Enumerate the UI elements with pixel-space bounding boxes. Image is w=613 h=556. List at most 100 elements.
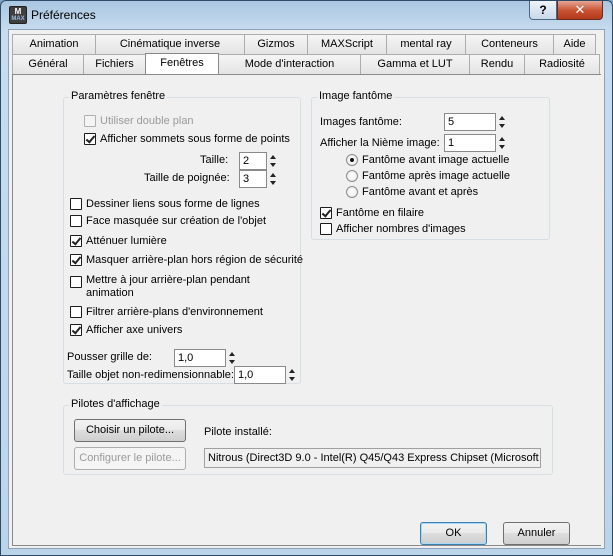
app-max-icon: M MAX — [9, 6, 27, 24]
spinner-down-icon[interactable] — [499, 145, 505, 149]
tab-radiosity[interactable]: Radiosité — [524, 54, 600, 74]
ghost-before-after-radio[interactable] — [346, 186, 358, 198]
spinner-up-icon[interactable] — [270, 173, 276, 177]
tab-rendering[interactable]: Rendu — [469, 54, 525, 74]
tab-gamma-lut[interactable]: Gamma et LUT — [360, 54, 470, 74]
group-viewport-parameters: Paramètres fenêtre Utiliser double plan … — [63, 90, 304, 384]
grid-nudge-spinner-arrows[interactable] — [227, 350, 239, 366]
ghost-before-after-label: Fantôme avant et après — [362, 186, 479, 198]
non-scaling-size-label: Taille objet non-redimensionnable: — [67, 369, 234, 381]
tab-maxscript[interactable]: MAXScript — [307, 34, 387, 54]
tab-viewports[interactable]: Fenêtres — [145, 53, 219, 75]
title-bar[interactable]: M MAX Préférences ? ✕ — [1, 1, 612, 29]
panel-body: Paramètres fenêtre Utiliser double plan … — [13, 75, 602, 545]
spinner-down-icon[interactable] — [270, 181, 276, 185]
installed-driver-label: Pilote installé: — [204, 426, 272, 438]
tab-inverse-kinematics[interactable]: Cinématique inverse — [95, 34, 245, 54]
nth-frame-label: Afficher la Nième image: — [320, 137, 440, 149]
tab-panel-viewports: Paramètres fenêtre Utiliser double plan … — [12, 74, 602, 546]
draw-links-checkbox[interactable] — [70, 198, 82, 210]
display-world-axis-label: Afficher axe univers — [86, 324, 183, 336]
display-world-axis-checkbox[interactable] — [70, 324, 82, 336]
attenuate-lights-checkbox[interactable] — [70, 235, 82, 247]
show-vertices-checkbox[interactable] — [84, 133, 96, 145]
grid-nudge-value: 1,0 — [178, 352, 194, 364]
size-label: Taille: — [200, 154, 229, 166]
tab-general[interactable]: Général — [12, 54, 84, 74]
nth-frame-value: 1 — [448, 137, 455, 149]
group-title-ghosting: Image fantôme — [317, 90, 395, 102]
spinner-down-icon[interactable] — [499, 124, 505, 128]
app-icon-sub: MAX — [11, 16, 25, 22]
show-vertices-label: Afficher sommets sous forme de points — [100, 133, 290, 145]
group-display-drivers: Pilotes d'affichage Choisir un pilote...… — [63, 398, 553, 475]
size-spinner-arrows[interactable] — [268, 153, 280, 169]
spinner-down-icon[interactable] — [229, 360, 235, 364]
update-background-checkbox[interactable] — [70, 276, 82, 288]
group-title-display-drivers: Pilotes d'affichage — [69, 398, 162, 410]
spinner-down-icon[interactable] — [270, 163, 276, 167]
grid-nudge-spinner[interactable]: 1,0 — [174, 349, 235, 367]
tab-row-1: Animation Cinématique inverse Gizmos MAX… — [12, 34, 596, 54]
non-scaling-size-value: 1,0 — [238, 369, 254, 381]
help-button[interactable]: ? — [529, 1, 557, 20]
ghost-before-radio[interactable] — [346, 154, 358, 166]
backface-cull-label: Face masquée sur création de l'objet — [86, 215, 267, 227]
ghost-before-label: Fantôme avant image actuelle — [362, 154, 510, 166]
app-icon-letter: M — [14, 7, 22, 16]
tab-files[interactable]: Fichiers — [83, 54, 146, 74]
tab-gizmos[interactable]: Gizmos — [244, 34, 308, 54]
handle-size-spinner-arrows[interactable] — [268, 171, 280, 187]
spinner-up-icon[interactable] — [229, 352, 235, 356]
filter-env-backgrounds-label: Filtrer arrière-plans d'environnement — [86, 306, 263, 318]
ghost-frames-spinner-arrows[interactable] — [497, 114, 509, 130]
update-background-label: Mettre à jour arrière-plan pendant anima… — [86, 274, 250, 299]
close-button[interactable]: ✕ — [557, 1, 603, 20]
choose-driver-button[interactable]: Choisir un pilote... — [74, 419, 186, 442]
group-title-viewport-parameters: Paramètres fenêtre — [69, 90, 168, 102]
grid-nudge-label: Pousser grille de: — [67, 351, 152, 363]
draw-links-label: Dessiner liens sous forme de lignes — [86, 198, 260, 210]
spinner-up-icon[interactable] — [289, 369, 295, 373]
tab-mental-ray[interactable]: mental ray — [386, 34, 466, 54]
tab-help[interactable]: Aide — [553, 34, 596, 54]
tab-interaction-mode[interactable]: Mode d'interaction — [218, 54, 361, 74]
installed-driver-field: Nitrous (Direct3D 9.0 - Intel(R) Q45/Q43… — [204, 448, 541, 468]
spinner-down-icon[interactable] — [289, 377, 295, 381]
tab-containers[interactable]: Conteneurs — [465, 34, 554, 54]
ghost-after-label: Fantôme après image actuelle — [362, 170, 510, 182]
spinner-up-icon[interactable] — [270, 155, 276, 159]
group-ghosting: Image fantôme Images fantôme: 5 Afficher… — [311, 90, 550, 240]
ok-button[interactable]: OK — [420, 522, 487, 545]
ghost-frames-label: Images fantôme: — [320, 116, 402, 128]
ghost-wireframe-label: Fantôme en filaire — [336, 207, 425, 219]
ghost-wireframe-checkbox[interactable] — [320, 207, 332, 219]
configure-driver-button[interactable]: Configurer le pilote... — [74, 447, 186, 470]
non-scaling-size-spinner[interactable]: 1,0 — [234, 366, 295, 384]
cancel-button[interactable]: Annuler — [503, 522, 570, 545]
size-spinner[interactable]: 2 — [239, 152, 276, 170]
nth-frame-spinner-arrows[interactable] — [497, 135, 509, 151]
double-buffer-label: Utiliser double plan — [100, 115, 194, 127]
handle-size-value: 3 — [243, 173, 250, 185]
mask-background-label: Masquer arrière-plan hors région de sécu… — [86, 254, 304, 266]
tab-animation[interactable]: Animation — [12, 34, 96, 54]
preferences-dialog: M MAX Préférences ? ✕ Animation Cinémati… — [0, 0, 613, 556]
tab-row-2: Général Fichiers Fenêtres Mode d'interac… — [12, 53, 600, 75]
mask-background-checkbox[interactable] — [70, 254, 82, 266]
filter-env-backgrounds-checkbox[interactable] — [70, 306, 82, 318]
show-frame-numbers-checkbox[interactable] — [320, 223, 332, 235]
show-frame-numbers-label: Afficher nombres d'images — [336, 223, 466, 235]
spinner-up-icon[interactable] — [499, 116, 505, 120]
handle-size-spinner[interactable]: 3 — [239, 170, 276, 188]
backface-cull-checkbox[interactable] — [70, 215, 82, 227]
double-buffer-checkbox[interactable] — [84, 115, 96, 127]
non-scaling-size-spinner-arrows[interactable] — [287, 367, 299, 383]
nth-frame-spinner[interactable]: 1 — [444, 134, 505, 152]
window-title: Préférences — [31, 8, 96, 22]
handle-size-label: Taille de poignée: — [144, 172, 230, 184]
ghost-frames-spinner[interactable]: 5 — [444, 113, 505, 131]
dialog-client: Animation Cinématique inverse Gizmos MAX… — [8, 29, 605, 549]
ghost-after-radio[interactable] — [346, 170, 358, 182]
spinner-up-icon[interactable] — [499, 137, 505, 141]
